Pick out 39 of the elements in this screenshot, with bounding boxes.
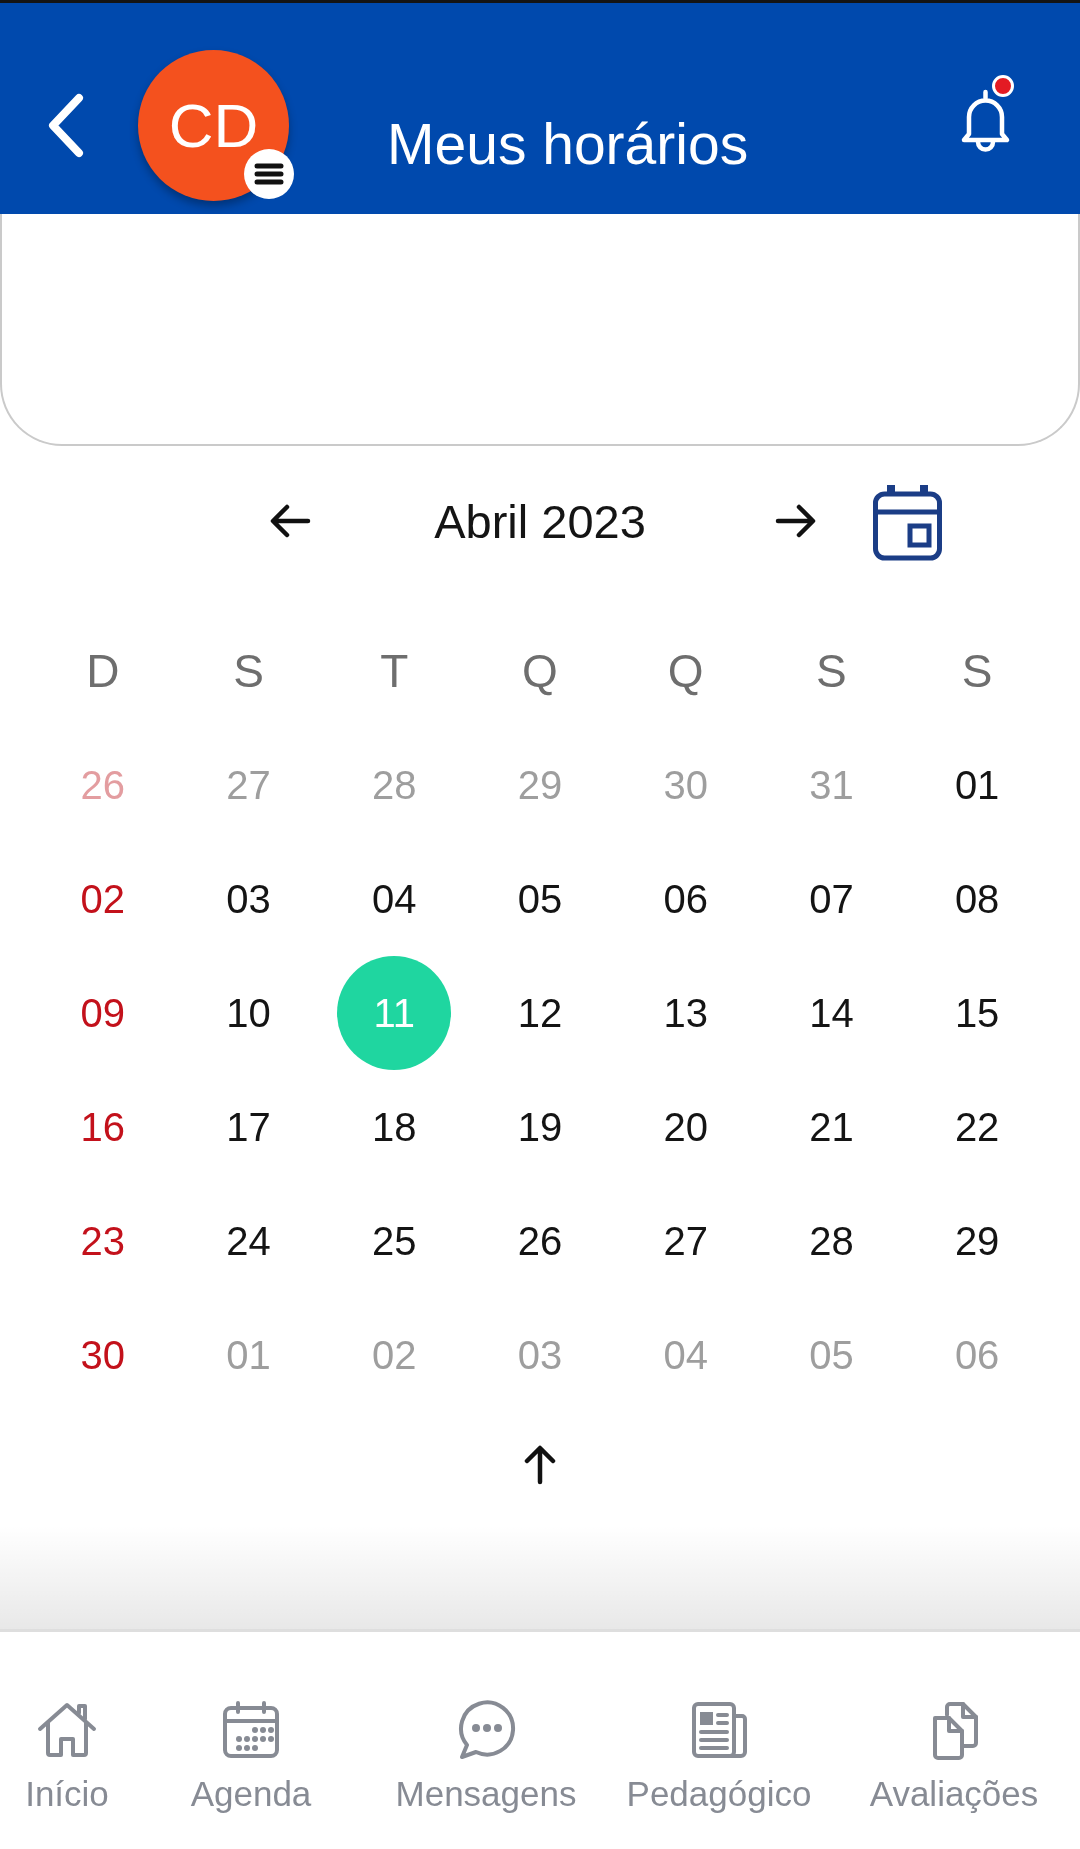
calendar-day[interactable]: 07 (809, 876, 854, 922)
calendar-day[interactable]: 12 (517, 990, 563, 1036)
calendar-day[interactable]: 08 (954, 876, 1000, 922)
calendar-day[interactable]: 16 (80, 1104, 126, 1150)
calendar-day[interactable]: 10 (226, 990, 271, 1036)
calendar-day[interactable]: 04 (372, 876, 417, 922)
calendar-day[interactable]: 21 (809, 1104, 854, 1150)
calendar-day[interactable]: 06 (663, 876, 708, 922)
calendar-day[interactable]: 03 (226, 876, 271, 922)
calendar-day[interactable]: 23 (80, 1218, 126, 1264)
calendar-day[interactable]: 29 (954, 1218, 1000, 1264)
calendar-day[interactable]: 18 (372, 1104, 417, 1150)
calendar-day[interactable]: 17 (226, 1104, 271, 1150)
calendar-day[interactable]: 28 (809, 1218, 854, 1264)
month-title: Abril 2023 (434, 493, 646, 549)
weekday-label: S (816, 644, 847, 698)
calendar-day[interactable]: 30 (80, 1332, 126, 1378)
calendar-day[interactable]: 26 (517, 1218, 563, 1264)
weekday-label: D (86, 644, 120, 698)
weekday-label: S (961, 644, 993, 698)
calendar-day[interactable]: 01 (954, 762, 1000, 808)
calendar-day[interactable]: 13 (663, 990, 708, 1036)
weekday-label: T (380, 644, 409, 698)
menu-icon[interactable] (243, 148, 295, 200)
calendar-day[interactable]: 05 (517, 876, 563, 922)
calendar-day[interactable]: 27 (663, 1218, 708, 1264)
weekday-label: Q (522, 644, 558, 698)
calendar-day[interactable]: 24 (226, 1218, 271, 1264)
calendar-day[interactable]: 15 (954, 990, 1000, 1036)
page-title: Meus horários (387, 111, 749, 177)
calendar-day[interactable]: 02 (80, 876, 126, 922)
calendar-day[interactable]: 14 (809, 990, 854, 1036)
calendar-day[interactable]: 25 (372, 1218, 417, 1264)
weekday-label: Q (667, 644, 704, 698)
calendar-day[interactable]: 20 (663, 1104, 708, 1150)
calendar-day[interactable]: 22 (954, 1104, 1000, 1150)
calendar-day[interactable]: 09 (80, 990, 126, 1036)
calendar-day[interactable]: 19 (517, 1104, 563, 1150)
weekday-label: S (233, 644, 264, 698)
